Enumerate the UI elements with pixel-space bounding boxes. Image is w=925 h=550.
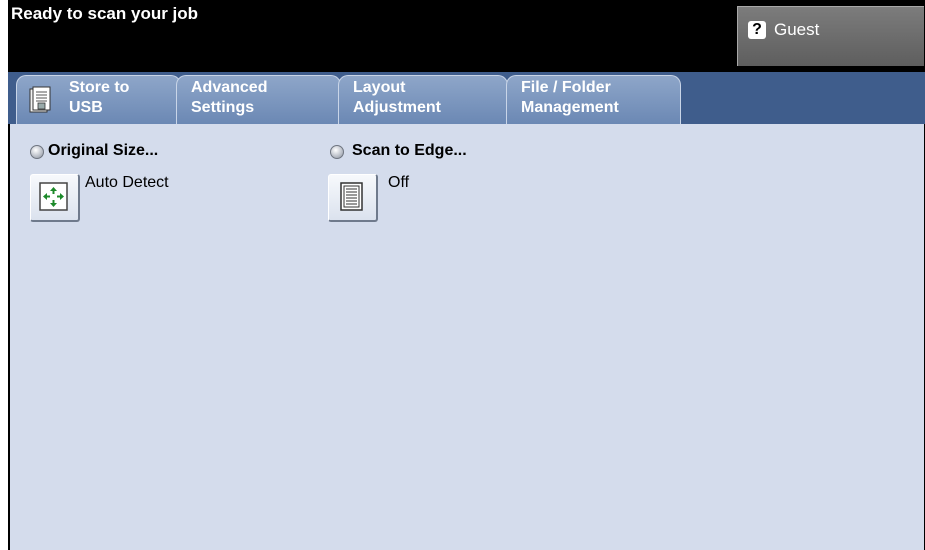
tab-store-to-usb-label: Store to USB: [69, 79, 130, 116]
status-message: Ready to scan your job: [11, 4, 199, 23]
tab-advanced-settings[interactable]: Advanced Settings: [176, 75, 341, 124]
original-size-radio: [30, 145, 44, 159]
usb-store-icon: [29, 86, 51, 113]
auto-detect-icon: [39, 182, 68, 211]
help-icon: ?: [748, 21, 766, 39]
original-size-button[interactable]: [30, 174, 80, 222]
tab-layout-adjustment-label: Layout Adjustment: [353, 79, 441, 116]
tab-layout-adjustment[interactable]: Layout Adjustment: [338, 75, 508, 124]
scan-to-edge-label: Scan to Edge...: [352, 142, 467, 159]
scan-to-edge-radio: [330, 145, 344, 159]
original-size-label: Original Size...: [48, 142, 159, 159]
tab-file-folder-management[interactable]: File / Folder Management: [506, 75, 681, 124]
original-size-option[interactable]: Original Size...: [28, 142, 268, 164]
tab-file-folder-management-label: File / Folder Management: [521, 79, 619, 116]
layout-adjustment-panel: Original Size... Auto Detect Scan to Edg…: [10, 124, 924, 550]
tab-advanced-settings-label: Advanced Settings: [191, 79, 268, 116]
tab-bar: Store to USB Advanced Settings Layout Ad…: [8, 72, 925, 124]
tab-store-to-usb[interactable]: Store to USB: [16, 75, 181, 124]
scan-to-edge-icon: [340, 182, 363, 211]
device-screen: Ready to scan your job ? Guest Store to …: [8, 0, 925, 550]
scan-to-edge-button[interactable]: [328, 174, 378, 222]
guest-label: Guest: [774, 20, 820, 39]
original-size-value: Auto Detect: [85, 174, 169, 191]
scan-to-edge-value: Off: [388, 174, 410, 191]
guest-login-button[interactable]: ? Guest: [737, 6, 924, 66]
scan-to-edge-option[interactable]: Scan to Edge...: [328, 142, 568, 164]
